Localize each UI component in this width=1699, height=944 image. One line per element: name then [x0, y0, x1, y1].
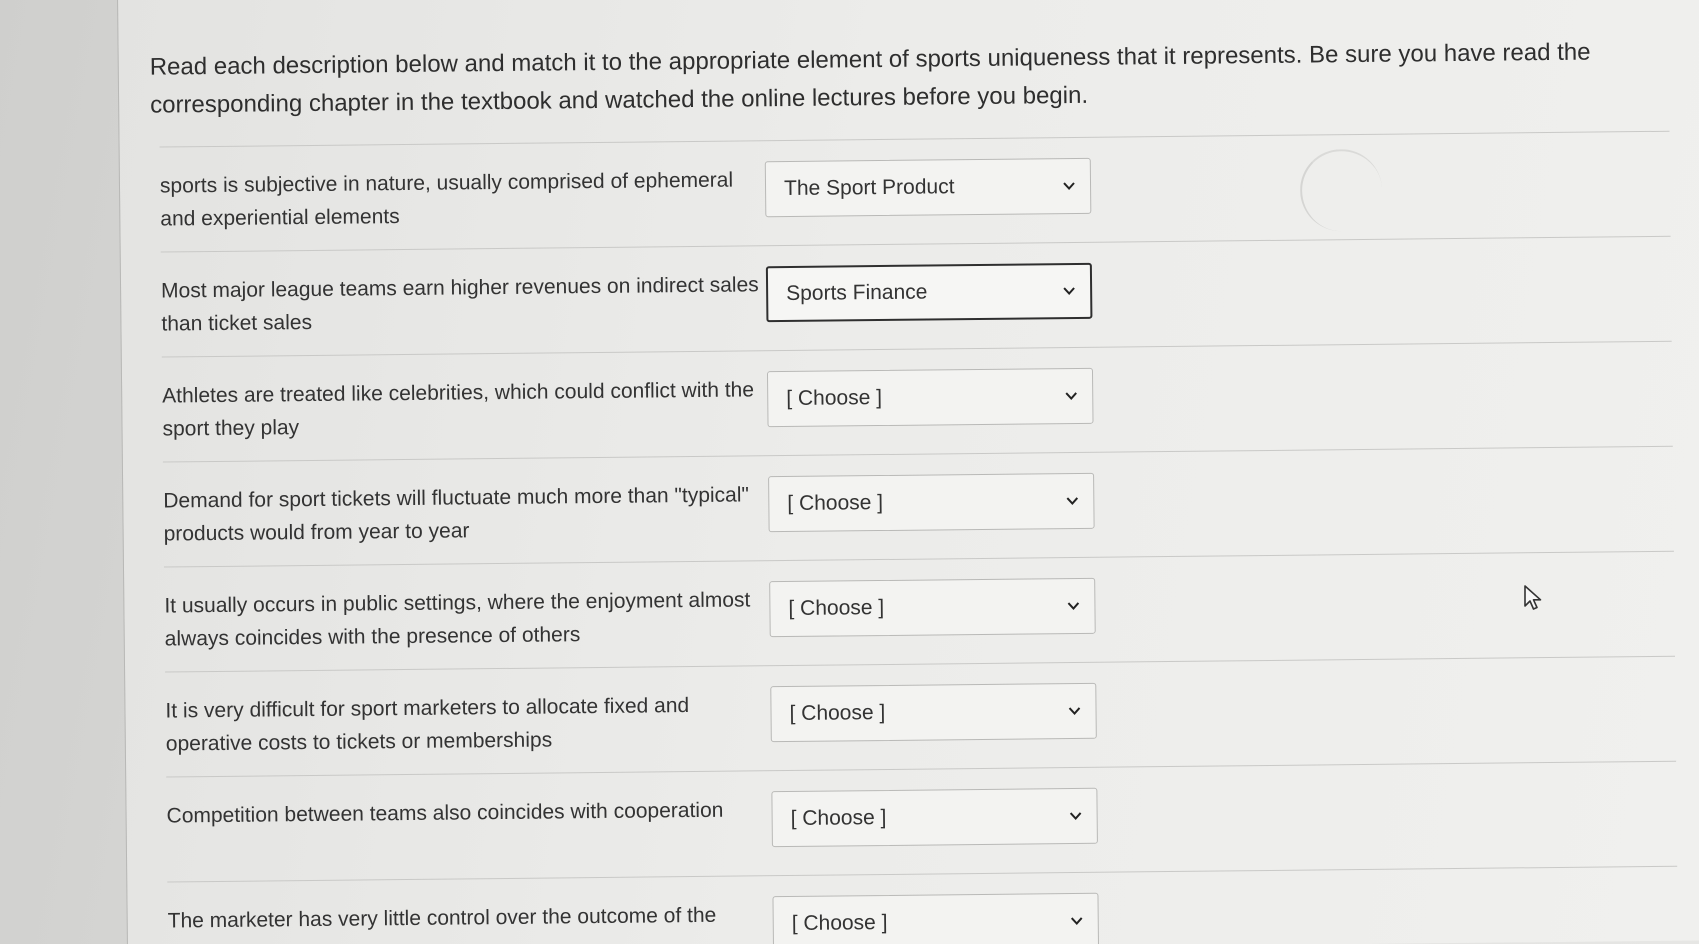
- answer-dropdown[interactable]: The Sport Product: [764, 157, 1092, 218]
- row-description: Competition between teams also coincides…: [166, 798, 724, 828]
- chevron-down-icon: [1065, 392, 1077, 401]
- dropdown-value: The Sport Product: [783, 175, 955, 201]
- row-description: The marketer has very little control ove…: [167, 903, 717, 933]
- matching-row: It is very difficult for sport marketers…: [165, 655, 1677, 777]
- row-description: Demand for sport tickets will fluctuate …: [163, 483, 750, 546]
- chevron-down-icon: [1066, 497, 1079, 506]
- dropdown-value: [ Choose ]: [786, 386, 883, 411]
- dropdown-value: [ Choose ]: [788, 596, 885, 621]
- dropdown-value: [ Choose ]: [790, 805, 887, 830]
- row-description: sports is subjective in nature, usually …: [159, 168, 734, 231]
- chevron-down-icon: [1067, 602, 1080, 611]
- answer-dropdown[interactable]: [ Choose ]: [772, 892, 1100, 944]
- matching-list: sports is subjective in nature, usually …: [159, 130, 1679, 944]
- answer-dropdown[interactable]: [ Choose ]: [769, 577, 1096, 638]
- chevron-down-icon: [1063, 182, 1075, 191]
- dropdown-value: [ Choose ]: [791, 910, 888, 935]
- matching-row: Athletes are treated like celebrities, w…: [161, 340, 1673, 462]
- loading-ring: [1299, 148, 1383, 232]
- matching-row: Most major league teams earn higher reve…: [160, 235, 1672, 357]
- dropdown-value: [ Choose ]: [789, 700, 886, 725]
- quiz-panel: Read each description below and match it…: [117, 0, 1699, 944]
- chevron-down-icon: [1063, 287, 1075, 296]
- screen: Read each description below and match it…: [0, 0, 1699, 944]
- row-description: Most major league teams earn higher reve…: [160, 273, 759, 336]
- chevron-down-icon: [1069, 812, 1082, 820]
- chevron-down-icon: [1070, 917, 1083, 925]
- instructions-text: Read each description below and match it…: [149, 38, 1591, 119]
- matching-row: Demand for sport tickets will fluctuate …: [162, 445, 1674, 567]
- matching-row: It usually occurs in public settings, wh…: [163, 550, 1675, 672]
- row-description: It is very difficult for sport marketers…: [165, 694, 690, 756]
- matching-row: sports is subjective in nature, usually …: [159, 130, 1671, 252]
- chevron-down-icon: [1068, 707, 1081, 715]
- answer-dropdown[interactable]: [ Choose ]: [766, 367, 1094, 428]
- answer-dropdown[interactable]: [ Choose ]: [768, 472, 1095, 533]
- matching-row: Competition between teams also coincides…: [166, 760, 1678, 882]
- answer-dropdown[interactable]: Sports Finance: [765, 262, 1093, 323]
- row-description: Athletes are treated like celebrities, w…: [162, 378, 755, 441]
- row-description: It usually occurs in public settings, wh…: [164, 588, 751, 651]
- dropdown-value: Sports Finance: [786, 280, 928, 306]
- mouse-pointer-icon: [1524, 585, 1542, 610]
- dropdown-value: [ Choose ]: [787, 491, 884, 516]
- answer-dropdown[interactable]: [ Choose ]: [771, 787, 1098, 848]
- answer-dropdown[interactable]: [ Choose ]: [770, 682, 1097, 743]
